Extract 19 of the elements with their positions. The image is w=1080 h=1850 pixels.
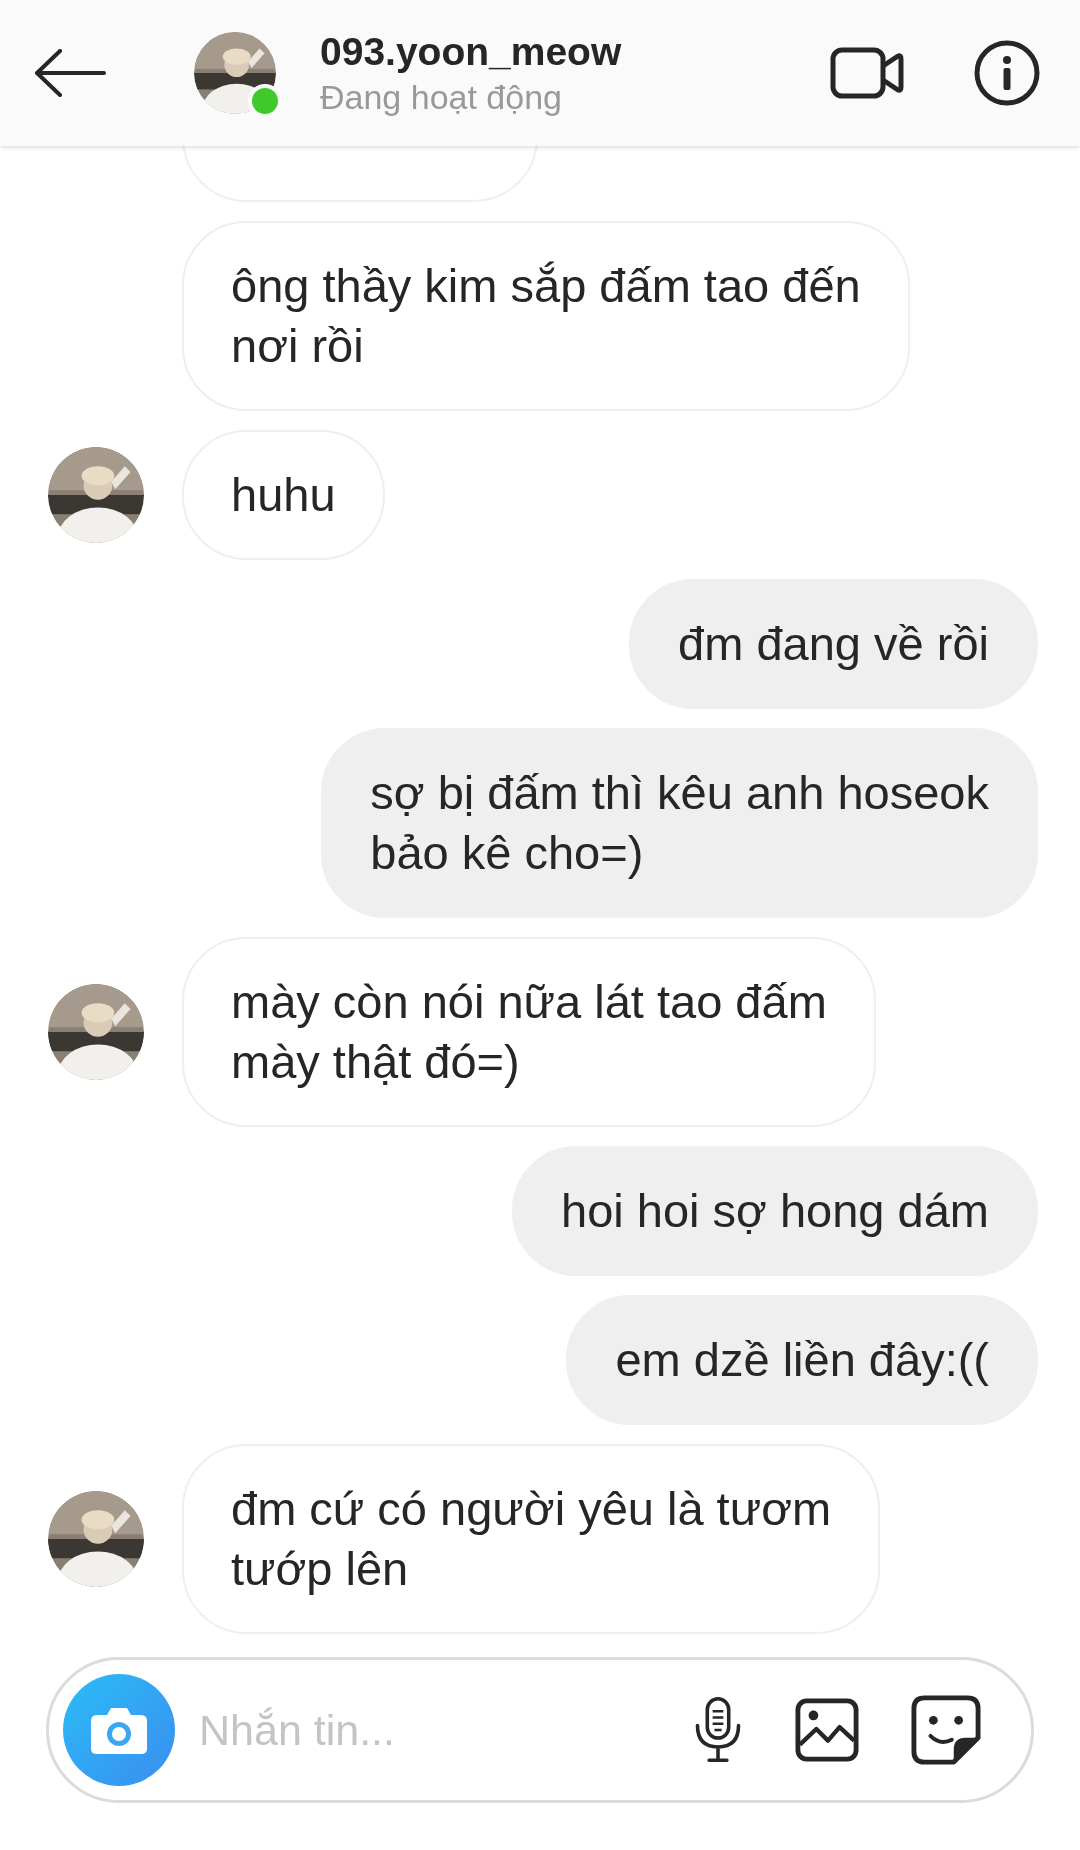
message-bubble: đm đang về rồi — [629, 579, 1038, 709]
message-input[interactable]: Nhắn tin... — [197, 1704, 641, 1756]
video-camera-icon[interactable] — [830, 47, 904, 99]
message-bubble: hoi hoi sợ hong dám — [512, 1146, 1038, 1276]
message-bubble: mày còn nói nữa lát tao đấm mày thật đó=) — [182, 937, 876, 1127]
info-icon[interactable] — [974, 40, 1040, 106]
username[interactable]: 093.yoon_meow — [320, 29, 830, 74]
message-bubble: đm cứ có người yêu là tươm tướp lên — [182, 1444, 881, 1634]
sticker-icon[interactable] — [911, 1695, 981, 1765]
activity-status: Đang hoạt động — [320, 77, 563, 117]
image-icon[interactable] — [795, 1698, 859, 1762]
microphone-icon[interactable] — [693, 1697, 743, 1763]
message-bubble: huhu — [182, 430, 385, 560]
camera-icon — [89, 1705, 149, 1755]
message-bubble: em dzề liền đây:(( — [566, 1295, 1038, 1425]
message-bubble: sợ bị đấm thì kêu anh hoseok bảo kê cho=) — [321, 728, 1038, 918]
back-icon[interactable] — [34, 49, 106, 97]
camera-button[interactable] — [63, 1674, 175, 1786]
message-bubble: ông thầy kim sắp đấm tao đến nơi rồi — [182, 221, 910, 411]
